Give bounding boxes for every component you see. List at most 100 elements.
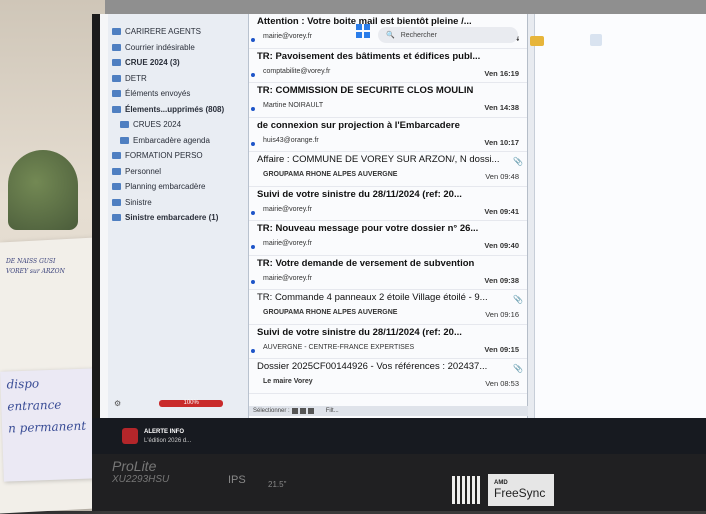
pane-splitter[interactable] [528, 14, 535, 418]
folder-item[interactable]: Éléments envoyés [108, 86, 248, 102]
paper-line: DE NAISS GUSI [6, 258, 56, 265]
sticky-line: dispo [6, 376, 40, 392]
alert-title[interactable]: ALERTE INFO [144, 429, 184, 435]
message-row[interactable]: de connexion sur projection à l'Embarcad… [249, 120, 527, 152]
folder-icon [112, 43, 121, 51]
freesync-label: FreeSync [494, 486, 546, 500]
message-row[interactable]: Suivi de votre sinistre du 28/11/2024 (r… [249, 327, 527, 359]
unread-dot-icon [251, 245, 255, 249]
folder-item[interactable]: CARIRERE AGENTS [108, 24, 248, 40]
news-alert-icon[interactable] [122, 428, 138, 444]
folder-label: Courrier indésirable [125, 42, 195, 52]
folder-item[interactable]: Sinistre embarcadere (1) [108, 210, 248, 226]
monitor-brand: ProLite [112, 458, 157, 474]
message-time: Ven 14:38 [484, 103, 519, 112]
folder-label: Planning embarcadère [125, 182, 206, 192]
message-row[interactable]: TR: COMMISSION DE SECURITE CLOS MOULIN Ma… [249, 85, 527, 118]
folder-item[interactable]: Planning embarcadère [108, 179, 248, 195]
unread-dot-icon [251, 141, 255, 146]
folder-icon [112, 214, 121, 222]
message-time: Ven 10:17 [484, 137, 519, 147]
folder-item[interactable]: Sinistre [108, 195, 248, 211]
folder-label: DETR [125, 73, 147, 83]
folder-label: CRUES 2024 [133, 120, 182, 130]
message-subject: Dossier 2025CF00144926 - Vos références … [257, 361, 488, 372]
qr-code [452, 476, 480, 504]
message-subject: TR: COMMISSION DE SECURITE CLOS MOULIN [257, 85, 474, 96]
alert-subtitle[interactable]: L'édition 2026 d... [144, 438, 191, 444]
folder-icon [112, 59, 121, 67]
folder-icon [120, 136, 129, 144]
message-subject: Attention : Votre boite mail est bientôt… [257, 16, 472, 27]
message-subject: TR: Votre demande de versement de subven… [257, 257, 475, 269]
folder-item[interactable]: CRUE 2024 (3) [108, 55, 248, 71]
search-icon: 🔍 [386, 32, 395, 39]
message-time: Ven 09:48 [485, 172, 519, 181]
message-row[interactable]: TR: Pavoisement des bâtiments et édifice… [249, 50, 527, 83]
message-subject: TR: Commande 4 panneaux 2 étoile Village… [257, 292, 488, 303]
file-explorer-icon[interactable] [530, 36, 544, 46]
message-time: Ven 09:41 [484, 206, 519, 216]
message-row[interactable]: TR: Votre demande de versement de subven… [249, 257, 527, 290]
calendar-icon[interactable] [590, 34, 602, 46]
select-flagged-button[interactable] [307, 408, 314, 414]
message-sender: mairie@vorey.fr [263, 205, 312, 213]
windows-start-icon[interactable] [356, 24, 370, 38]
folder-pane: CARIRERE AGENTS Courrier indésirable CRUE … [108, 14, 249, 418]
folder-icon [120, 121, 129, 129]
sticky-line: n permanent [7, 418, 87, 436]
unread-dot-icon [251, 279, 255, 284]
unread-dot-icon [251, 348, 255, 353]
folder-item[interactable]: DETR [108, 71, 248, 87]
message-row[interactable]: Suivi de votre sinistre du 28/11/2024 (r… [249, 189, 527, 221]
folder-item[interactable]: FORMATION PERSO [108, 148, 248, 164]
folder-icon [112, 90, 121, 98]
ips-badge: IPS [228, 474, 246, 486]
folder-icon [112, 105, 121, 113]
taskbar: ALERTE INFO L'édition 2026 d... [92, 418, 706, 454]
message-time: Ven 08:53 [485, 379, 519, 388]
folder-item[interactable]: CRUES 2024 [108, 117, 248, 133]
message-sender: mairie@vorey.fr [263, 33, 312, 40]
select-all-button[interactable] [291, 408, 298, 414]
taskbar-search-input[interactable]: 🔍 Rechercher [378, 27, 518, 43]
folder-item[interactable]: Courrier indésirable [108, 40, 248, 56]
folder-label: Personnel [125, 166, 162, 176]
message-time: Ven 16:19 [484, 68, 519, 78]
paperclip-icon: 📎 [513, 364, 523, 373]
paperclip-icon: 📎 [513, 295, 523, 304]
folder-item[interactable]: Personnel [108, 164, 248, 180]
folder-label: Sinistre [125, 197, 152, 207]
message-row[interactable]: 📎 Dossier 2025CF00144926 - Vos références… [249, 361, 527, 394]
unread-dot-icon [251, 72, 255, 77]
message-sender: mairie@vorey.fr [263, 240, 312, 247]
folder-item[interactable]: Élements...upprimés (808) [108, 102, 248, 118]
paperclip-icon: 📎 [513, 157, 523, 166]
folder-label: FORMATION PERSO [125, 151, 203, 161]
folder-icon [112, 28, 121, 36]
select-unread-button[interactable] [299, 408, 306, 414]
folder-label: Sinistre embarcadere (1) [125, 213, 219, 223]
folder-icon [112, 74, 121, 82]
message-sender: GROUPAMA RHONE ALPES AUVERGNE [263, 171, 398, 178]
message-row[interactable]: 📎 TR: Commande 4 panneaux 2 étoile Villag… [249, 292, 527, 325]
folder-icon [112, 198, 121, 206]
folder-item[interactable]: Embarcadère agenda [108, 133, 248, 149]
filter-label[interactable]: Filt... [326, 408, 339, 414]
gear-icon[interactable]: ⚙ [114, 399, 121, 408]
sticky-note: dispo entrance n permanent [0, 368, 99, 482]
reading-pane [528, 14, 706, 418]
message-sender: huis43@orange.fr [263, 136, 319, 144]
message-subject: Affaire : COMMUNE DE VOREY SUR ARZON/, N… [257, 154, 500, 165]
folder-icon [112, 167, 121, 175]
message-sender: mairie@vorey.fr [263, 274, 312, 282]
folder-label: Élements...upprimés (808) [125, 104, 225, 114]
message-list: Attention : Votre boite mail est bientôt… [249, 14, 531, 418]
unread-dot-icon [251, 107, 255, 111]
message-subject: TR: Pavoisement des bâtiments et édifice… [257, 50, 481, 62]
message-row[interactable]: TR: Nouveau message pour votre dossier n… [249, 223, 527, 256]
folder-list: CARIRERE AGENTS Courrier indésirable CRUE … [108, 14, 248, 226]
message-time: Ven 09:38 [484, 275, 519, 285]
select-label: Sélectionner : [253, 408, 290, 414]
message-row[interactable]: 📎 Affaire : COMMUNE DE VOREY SUR ARZON/, … [249, 154, 527, 187]
